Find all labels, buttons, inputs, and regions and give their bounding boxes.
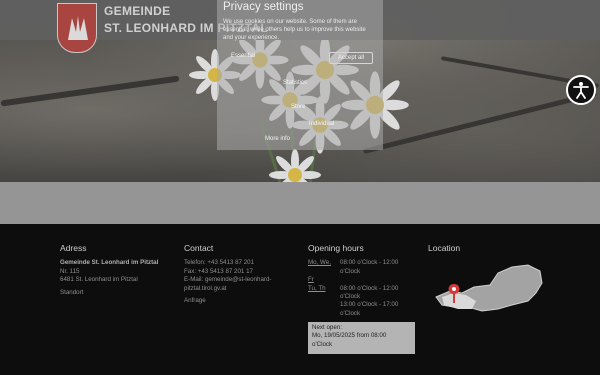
- hours-time: 08:00 o'Clock - 12:00: [340, 284, 399, 292]
- address-city: 6481 St. Leonhard im Pitztal: [60, 276, 138, 284]
- hours-row: Fr: [308, 276, 418, 284]
- hours-heading: Opening hours: [308, 243, 364, 253]
- footer-location: Location: [428, 243, 461, 253]
- privacy-text: We use cookies on our website. Some of t…: [223, 19, 366, 41]
- accessibility-button[interactable]: [566, 75, 596, 105]
- inquiry-link[interactable]: Anfrage: [184, 297, 271, 305]
- store-button[interactable]: Store: [291, 104, 305, 110]
- next-open-box: Next open: Mo, 19/05/2025 from 08:00 o'C…: [308, 322, 415, 354]
- more-info-link[interactable]: More info: [265, 136, 290, 142]
- footer-contact: Contact Telefon: +43 5413 87 201 Fax: +4…: [184, 244, 271, 305]
- contact-fax: Fax: +43 5413 87 201 17: [184, 267, 253, 275]
- privacy-settings-modal: Privacy settings We use cookies on our w…: [217, 0, 383, 150]
- hours-row: o'Clock: [308, 268, 418, 276]
- hours-days: [308, 268, 340, 276]
- hours-days: [308, 310, 340, 318]
- contact-email[interactable]: E-Mail: gemeinde@st-leonhard-: [184, 276, 271, 284]
- hours-days: [308, 293, 340, 301]
- statistics-checkbox[interactable]: Statistics: [283, 80, 307, 86]
- hours-time: 13:00 o'Clock - 17:00: [340, 301, 399, 309]
- contact-heading: Contact: [184, 243, 214, 253]
- hours-row: Tu, Th 08:00 o'Clock - 12:00: [308, 285, 418, 293]
- hours-time: o'Clock: [340, 309, 361, 317]
- individual-settings-link[interactable]: Individual: [309, 121, 334, 127]
- accept-all-button[interactable]: Accept all: [329, 52, 373, 64]
- essential-checkbox[interactable]: Essential: [231, 53, 255, 59]
- address-street: Nr. 115: [60, 267, 80, 275]
- contact-phone[interactable]: Telefon: +43 5413 87 201: [184, 259, 271, 267]
- hours-time: o'Clock: [340, 267, 361, 275]
- footer-hours: Opening hours Mo, We, 08:00 o'Clock - 12:…: [308, 243, 418, 354]
- hours-row: Mo, We, 08:00 o'Clock - 12:00: [308, 259, 418, 267]
- location-link[interactable]: Standort: [60, 289, 158, 297]
- hours-time: o'Clock: [340, 293, 361, 301]
- location-heading: Location: [428, 243, 461, 253]
- contact-email-cont[interactable]: pitztal.tirol.gv.at: [184, 285, 271, 293]
- next-open-value: Mo, 19/05/2025 from 08:00: [312, 332, 387, 340]
- address-name: Gemeinde St. Leonhard im Pitztal: [60, 259, 159, 267]
- hours-row: o'Clock: [308, 293, 418, 301]
- next-open-value-cont: o'Clock: [312, 340, 333, 348]
- hours-row: o'Clock: [308, 310, 418, 318]
- address-heading: Adress: [60, 243, 87, 253]
- footer-address: Adress Gemeinde St. Leonhard im Pitztal …: [60, 244, 158, 297]
- hours-days: [308, 301, 340, 309]
- privacy-title: Privacy settings: [223, 1, 304, 13]
- hours-days: Fr: [308, 276, 314, 284]
- austria-map[interactable]: [432, 263, 544, 319]
- hours-days: Tu, Th: [308, 284, 326, 292]
- next-open-label: Next open:: [312, 324, 342, 331]
- hours-row: 13:00 o'Clock - 17:00: [308, 301, 418, 309]
- hours-time: 08:00 o'Clock - 12:00: [340, 259, 399, 267]
- hours-days: Mo, We,: [308, 259, 331, 267]
- accessibility-icon: [573, 82, 589, 99]
